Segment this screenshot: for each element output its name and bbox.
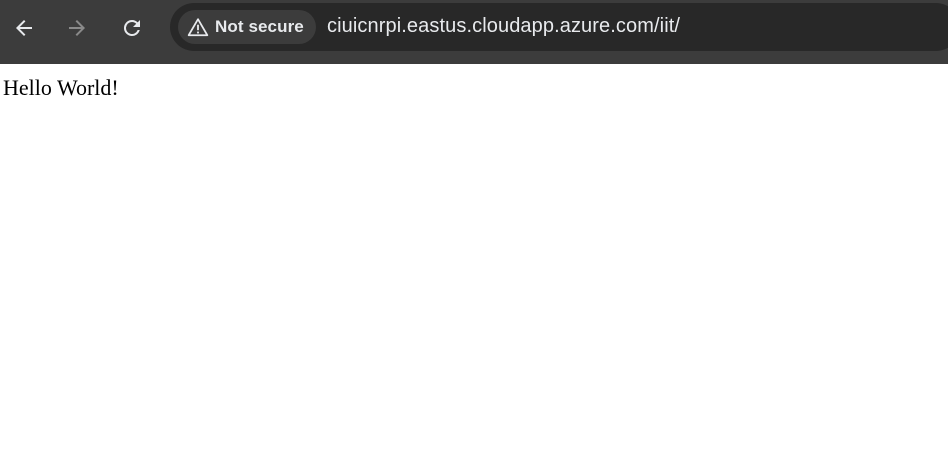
browser-toolbar: Not secure ciuicnrpi.eastus.cloudapp.azu… bbox=[0, 0, 948, 56]
forward-button[interactable] bbox=[57, 8, 97, 48]
toolbar-divider bbox=[0, 56, 948, 64]
address-bar[interactable]: Not secure ciuicnrpi.eastus.cloudapp.azu… bbox=[170, 3, 948, 51]
security-status-label: Not secure bbox=[215, 17, 304, 36]
arrow-right-icon bbox=[69, 20, 85, 36]
back-button[interactable] bbox=[4, 8, 44, 48]
reload-icon bbox=[123, 19, 140, 36]
site-security-chip[interactable]: Not secure bbox=[178, 10, 316, 44]
reload-button[interactable] bbox=[112, 8, 152, 48]
page-text: Hello World! bbox=[3, 75, 119, 100]
arrow-left-icon bbox=[16, 20, 32, 36]
page-content: Hello World! bbox=[0, 64, 948, 456]
warning-triangle-icon bbox=[187, 18, 209, 37]
url-text[interactable]: ciuicnrpi.eastus.cloudapp.azure.com/iit/ bbox=[327, 15, 680, 38]
